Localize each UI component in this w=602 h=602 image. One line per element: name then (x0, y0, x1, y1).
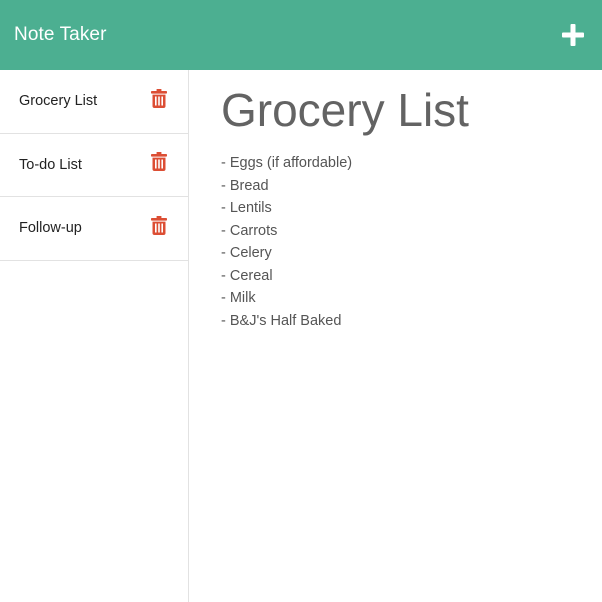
note-list-item-title: To-do List (19, 156, 82, 173)
delete-note-button[interactable] (149, 151, 169, 173)
note-view: Grocery List - Eggs (if affordable) - Br… (189, 70, 602, 602)
note-body-line: - Carrots (221, 222, 278, 239)
navbar: Note Taker (0, 0, 602, 70)
plus-icon (562, 24, 584, 46)
note-body-line: - Eggs (if affordable) (221, 155, 353, 171)
note-body-line: - Celery (221, 245, 272, 261)
note-list-item-title: Grocery List (19, 93, 98, 110)
note-body-line: - Bread (221, 177, 269, 194)
note-body-line: - Milk (221, 290, 256, 306)
new-note-button[interactable] (558, 20, 588, 50)
note-body-line: - Lentils (221, 200, 272, 216)
note-list: Grocery List To-do List Follow-up (0, 70, 188, 261)
trash-icon (151, 215, 167, 235)
delete-note-button[interactable] (149, 87, 169, 109)
note-body[interactable]: - Eggs (if affordable) - Bread - Lentils… (221, 152, 602, 332)
note-body-line: - B&J's Half Baked (221, 312, 342, 329)
trash-icon (151, 152, 167, 172)
note-list-item[interactable]: To-do List (0, 134, 188, 197)
note-list-item[interactable]: Follow-up (0, 197, 188, 261)
note-body-line: - Cereal (221, 267, 273, 284)
trash-icon (151, 88, 167, 108)
sidebar: Grocery List To-do List Follow-up (0, 70, 189, 602)
app-title[interactable]: Note Taker (14, 24, 107, 46)
delete-note-button[interactable] (149, 214, 169, 236)
note-title[interactable]: Grocery List (221, 84, 602, 136)
note-list-item[interactable]: Grocery List (0, 70, 188, 134)
note-list-item-title: Follow-up (19, 220, 82, 237)
